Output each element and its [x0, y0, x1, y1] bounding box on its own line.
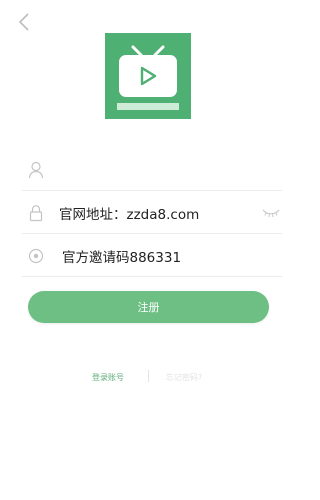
user-icon — [28, 161, 44, 179]
app-logo — [105, 33, 191, 119]
forgot-password-link[interactable]: 忘记密码? — [166, 372, 202, 383]
lock-icon — [29, 205, 43, 222]
invite-code-input[interactable]: 官方邀请码886331 — [62, 246, 181, 266]
invite-code-field[interactable]: 官方邀请码886331 — [22, 236, 282, 277]
username-field[interactable] — [22, 150, 282, 191]
eye-closed-icon[interactable] — [262, 207, 280, 219]
password-input[interactable]: 官网地址：zzda8.com — [59, 203, 199, 223]
login-account-link[interactable]: 登录账号 — [92, 372, 124, 383]
invite-code-icon — [28, 248, 44, 264]
chevron-left-icon — [18, 13, 29, 31]
register-button[interactable]: 注册 — [28, 291, 269, 323]
back-button[interactable] — [10, 8, 38, 36]
password-field[interactable]: 官网地址：zzda8.com — [22, 193, 282, 234]
link-divider — [148, 370, 149, 382]
tv-play-icon — [105, 33, 191, 119]
bottom-links: 登录账号 忘记密码? — [0, 368, 298, 384]
